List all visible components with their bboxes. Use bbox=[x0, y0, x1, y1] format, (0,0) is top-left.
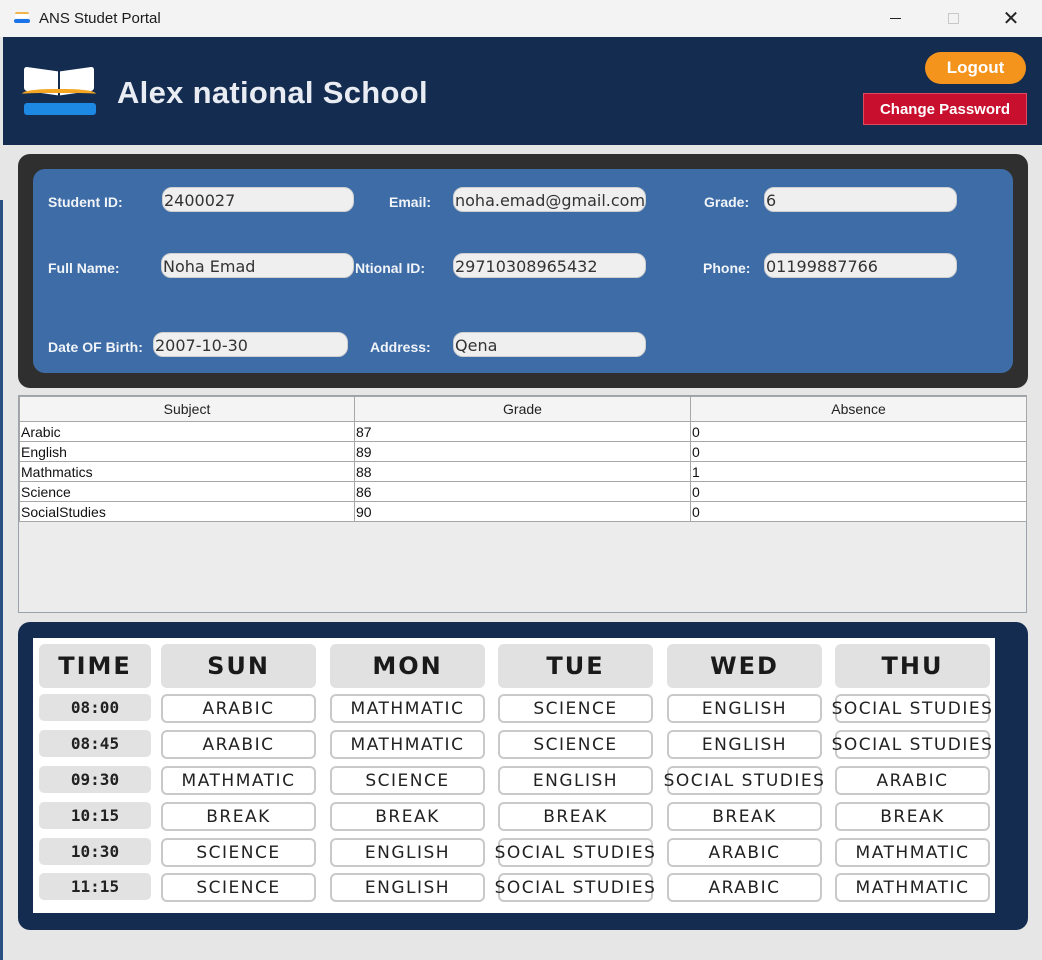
timetable-cell-sun: ARABIC bbox=[161, 694, 316, 723]
subject-cell[interactable]: English bbox=[19, 441, 355, 462]
window-title: ANS Studet Portal bbox=[39, 10, 161, 27]
subject-cell[interactable]: SocialStudies bbox=[19, 501, 355, 522]
absence-cell[interactable]: 0 bbox=[690, 501, 1027, 522]
student-info-panel: Student ID: 2400027 Email: noha.emad@gma… bbox=[33, 169, 1013, 373]
timetable-time-slot: 11:15 bbox=[39, 873, 151, 900]
timetable-time-slot: 09:30 bbox=[39, 766, 151, 793]
timetable-cell-thu: ARABIC bbox=[835, 766, 990, 795]
school-name: Alex national School bbox=[117, 75, 428, 110]
subject-cell[interactable]: Arabic bbox=[19, 421, 355, 442]
address-label: Address: bbox=[370, 339, 431, 355]
absence-cell[interactable]: 0 bbox=[690, 481, 1027, 502]
grade-cell[interactable]: 88 bbox=[354, 461, 691, 482]
timetable-cell-tue: SOCIAL STUDIES bbox=[495, 873, 655, 902]
table-row[interactable]: SocialStudies 90 0 bbox=[19, 501, 1027, 522]
timetable-cell-wed: ARABIC bbox=[667, 838, 822, 867]
timetable-cell-tue: SCIENCE bbox=[498, 694, 653, 723]
timetable-cell-mon: BREAK bbox=[330, 802, 485, 831]
logout-button[interactable]: Logout bbox=[925, 52, 1026, 84]
timetable-cell-sun: MATHMATIC bbox=[161, 766, 316, 795]
grade-cell[interactable]: 90 bbox=[354, 501, 691, 522]
timetable-cell-sun: BREAK bbox=[161, 802, 316, 831]
timetable-cell-thu: MATHMATIC bbox=[835, 873, 990, 902]
student-id-field[interactable]: 2400027 bbox=[162, 187, 354, 212]
close-icon: ✕ bbox=[1002, 8, 1020, 30]
table-row[interactable]: English 89 0 bbox=[19, 441, 1027, 462]
timetable-cell-thu: MATHMATIC bbox=[835, 838, 990, 867]
timetable-header-time: TIME bbox=[39, 644, 151, 688]
email-label: Email: bbox=[389, 194, 432, 210]
maximize-icon bbox=[947, 13, 959, 24]
grade-cell[interactable]: 89 bbox=[354, 441, 691, 462]
timetable-cell-wed: SOCIAL STUDIES bbox=[664, 766, 824, 795]
table-row[interactable]: Science 86 0 bbox=[19, 481, 1027, 502]
timetable-cell-mon: SCIENCE bbox=[330, 766, 485, 795]
absence-cell[interactable]: 1 bbox=[690, 461, 1027, 482]
minimize-icon bbox=[889, 18, 901, 19]
timetable-cell-tue: SOCIAL STUDIES bbox=[495, 838, 655, 867]
timetable-cell-sun: ARABIC bbox=[161, 730, 316, 759]
open-book-logo-icon bbox=[22, 66, 96, 117]
timetable-cell-tue: SCIENCE bbox=[498, 730, 653, 759]
timetable-time-slot: 08:00 bbox=[39, 694, 151, 721]
timetable-cell-thu: SOCIAL STUDIES bbox=[832, 730, 992, 759]
grade-cell[interactable]: 86 bbox=[354, 481, 691, 502]
timetable-time-slot: 10:30 bbox=[39, 838, 151, 865]
phone-field[interactable]: 01199887766 bbox=[764, 253, 957, 278]
timetable-time-slot: 08:45 bbox=[39, 730, 151, 757]
app-header: Alex national School Logout Change Passw… bbox=[3, 37, 1042, 145]
national-id-label: Ntional ID: bbox=[355, 260, 425, 276]
window-edge bbox=[0, 200, 3, 960]
absence-cell[interactable]: 0 bbox=[690, 441, 1027, 462]
phone-label: Phone: bbox=[703, 260, 751, 276]
timetable-header-mon: MON bbox=[330, 644, 485, 688]
timetable-cell-thu: SOCIAL STUDIES bbox=[832, 694, 992, 723]
timetable-cell-mon: ENGLISH bbox=[330, 873, 485, 902]
subject-cell[interactable]: Mathmatics bbox=[19, 461, 355, 482]
timetable-cell-wed: BREAK bbox=[667, 802, 822, 831]
timetable-cell-sun: SCIENCE bbox=[161, 838, 316, 867]
close-button[interactable]: ✕ bbox=[982, 0, 1040, 37]
subject-cell[interactable]: Science bbox=[19, 481, 355, 502]
timetable-cell-tue: ENGLISH bbox=[498, 766, 653, 795]
timetable-header-tue: TUE bbox=[498, 644, 653, 688]
timetable-cell-tue: BREAK bbox=[498, 802, 653, 831]
dob-field[interactable]: 2007-10-30 bbox=[153, 332, 348, 357]
dob-label: Date OF Birth: bbox=[48, 339, 143, 355]
grades-table: Subject Grade Absence Arabic 87 0 Englis… bbox=[18, 395, 1027, 613]
table-row[interactable]: Arabic 87 0 bbox=[19, 421, 1027, 442]
timetable-cell-wed: ARABIC bbox=[667, 873, 822, 902]
column-header-absence[interactable]: Absence bbox=[690, 396, 1027, 422]
column-header-grade[interactable]: Grade bbox=[354, 396, 691, 422]
timetable-cell-wed: ENGLISH bbox=[667, 730, 822, 759]
absence-cell[interactable]: 0 bbox=[690, 421, 1027, 442]
email-field[interactable]: noha.emad@gmail.com bbox=[453, 187, 646, 212]
timetable-header-sun: SUN bbox=[161, 644, 316, 688]
maximize-button[interactable] bbox=[924, 0, 982, 37]
timetable-header-wed: WED bbox=[667, 644, 822, 688]
timetable-cell-sun: SCIENCE bbox=[161, 873, 316, 902]
table-row[interactable]: Mathmatics 88 1 bbox=[19, 461, 1027, 482]
column-header-subject[interactable]: Subject bbox=[19, 396, 355, 422]
grade-field[interactable]: 6 bbox=[764, 187, 957, 212]
national-id-field[interactable]: 29710308965432 bbox=[453, 253, 646, 278]
timetable-cell-mon: MATHMATIC bbox=[330, 730, 485, 759]
full-name-field[interactable]: Noha Emad bbox=[161, 253, 354, 278]
timetable-cell-mon: MATHMATIC bbox=[330, 694, 485, 723]
full-name-label: Full Name: bbox=[48, 260, 120, 276]
grade-cell[interactable]: 87 bbox=[354, 421, 691, 442]
timetable-cell-mon: ENGLISH bbox=[330, 838, 485, 867]
student-id-label: Student ID: bbox=[48, 194, 123, 210]
minimize-button[interactable] bbox=[866, 0, 924, 37]
timetable: TIME SUN MON TUE WED THU 08:00 ARABIC MATHMATIC S… bbox=[33, 638, 995, 913]
timetable-cell-thu: BREAK bbox=[835, 802, 990, 831]
grade-label: Grade: bbox=[704, 194, 750, 210]
title-bar: ANS Studet Portal ✕ bbox=[0, 0, 1042, 37]
timetable-cell-wed: ENGLISH bbox=[667, 694, 822, 723]
change-password-button[interactable]: Change Password bbox=[863, 93, 1027, 125]
timetable-header-thu: THU bbox=[835, 644, 990, 688]
book-icon bbox=[14, 12, 30, 24]
address-field[interactable]: Qena bbox=[453, 332, 646, 357]
timetable-time-slot: 10:15 bbox=[39, 802, 151, 829]
